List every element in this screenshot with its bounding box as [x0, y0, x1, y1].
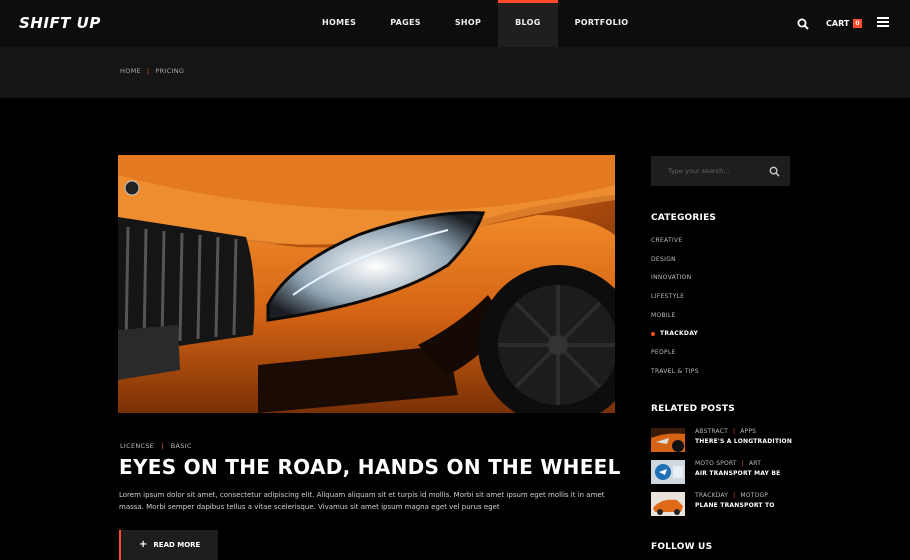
follow-us-heading: FOLLOW US: [651, 542, 713, 552]
nav-item-pages[interactable]: PAGES: [373, 0, 438, 47]
post-featured-image[interactable]: [118, 155, 615, 413]
related-post-thumbnail[interactable]: [651, 460, 685, 484]
breadcrumb-bar: HOME | PRICING: [0, 47, 910, 98]
hamburger-icon[interactable]: [877, 17, 889, 27]
related-post-title[interactable]: THERE'S A LONGTRADITION: [695, 438, 792, 445]
meta-separator: |: [741, 460, 744, 467]
post-tag-licence[interactable]: LICENCSE: [120, 442, 154, 450]
search-icon[interactable]: [769, 166, 780, 177]
category-design[interactable]: DESIGN: [651, 256, 699, 275]
post-tags: LICENCSE | BASIC: [120, 442, 192, 450]
related-post-category[interactable]: TRACKDAY: [695, 492, 728, 499]
related-post-thumbnail[interactable]: [651, 428, 685, 452]
nav-item-portfolio[interactable]: PORTFOLIO: [558, 0, 646, 47]
breadcrumb: HOME | PRICING: [120, 67, 184, 75]
meta-separator: |: [733, 492, 736, 499]
category-people[interactable]: PEOPLE: [651, 349, 699, 368]
top-navigation: SHIFT UP HOMES PAGES SHOP BLOG PORTFOLIO…: [0, 0, 910, 47]
category-label: DESIGN: [651, 255, 676, 263]
cart-label: CART: [826, 19, 850, 28]
category-list: CREATIVE DESIGN INNOVATION LIFESTYLE MOB…: [651, 237, 699, 387]
category-trackday[interactable]: TRACKDAY: [651, 330, 699, 349]
category-label: MOBILE: [651, 311, 676, 319]
category-innovation[interactable]: INNOVATION: [651, 274, 699, 293]
read-more-label: READ MORE: [153, 541, 201, 549]
category-travel-tips[interactable]: TRAVEL & TIPS: [651, 368, 699, 387]
tag-separator: |: [161, 442, 164, 450]
category-label: TRAVEL & TIPS: [651, 367, 699, 375]
categories-heading: CATEGORIES: [651, 213, 717, 223]
nav-item-shop[interactable]: SHOP: [438, 0, 498, 47]
active-dot-icon: [651, 331, 655, 336]
breadcrumb-home[interactable]: HOME: [120, 67, 141, 75]
related-post-category[interactable]: APPS: [740, 428, 756, 435]
related-post-category[interactable]: MOTOGP: [740, 492, 768, 499]
related-post-category[interactable]: ABSTRACT: [695, 428, 728, 435]
breadcrumb-current: PRICING: [155, 67, 185, 75]
related-post-item[interactable]: TRACKDAY | MOTOGP PLANE TRANSPORT TO: [651, 492, 801, 518]
category-label: TRACKDAY: [660, 330, 699, 338]
cart-button[interactable]: CART 0: [826, 19, 862, 28]
car-image: [118, 155, 615, 413]
related-post-thumbnail[interactable]: [651, 492, 685, 516]
related-post-meta: MOTO SPORT | ART: [695, 460, 761, 467]
search-input[interactable]: [651, 156, 761, 186]
related-post-meta: ABSTRACT | APPS: [695, 428, 756, 435]
nav-item-homes[interactable]: HOMES: [305, 0, 373, 47]
post-excerpt: Lorem ipsum dolor sit amet, consectetur …: [119, 491, 605, 511]
category-label: LIFESTYLE: [651, 293, 685, 301]
related-posts-heading: RELATED POSTS: [651, 404, 735, 414]
plus-icon: +: [139, 539, 148, 550]
category-label: CREATIVE: [651, 237, 683, 244]
related-post-meta: TRACKDAY | MOTOGP: [695, 492, 768, 499]
post-title[interactable]: EYES ON THE ROAD, HANDS ON THE WHEEL: [119, 455, 621, 479]
search-icon[interactable]: [797, 18, 809, 30]
category-creative[interactable]: CREATIVE: [651, 237, 699, 256]
meta-separator: |: [732, 428, 736, 435]
related-post-item[interactable]: ABSTRACT | APPS THERE'S A LONGTRADITION: [651, 428, 801, 454]
related-post-item[interactable]: MOTO SPORT | ART AIR TRANSPORT MAY BE: [651, 460, 801, 486]
main-menu: HOMES PAGES SHOP BLOG PORTFOLIO: [305, 0, 645, 47]
nav-item-blog[interactable]: BLOG: [498, 0, 559, 47]
related-post-title[interactable]: AIR TRANSPORT MAY BE: [695, 470, 780, 477]
related-post-category[interactable]: MOTO SPORT: [695, 460, 737, 467]
category-label: INNOVATION: [651, 274, 692, 282]
site-logo[interactable]: SHIFT UP: [19, 14, 101, 32]
category-label: PEOPLE: [651, 349, 676, 357]
category-lifestyle[interactable]: LIFESTYLE: [651, 293, 699, 312]
breadcrumb-separator: |: [146, 67, 150, 75]
read-more-button[interactable]: + READ MORE: [119, 530, 218, 560]
related-post-category[interactable]: ART: [749, 460, 761, 467]
sidebar-search: [651, 156, 790, 186]
category-mobile[interactable]: MOBILE: [651, 312, 699, 331]
related-post-title[interactable]: PLANE TRANSPORT TO: [695, 502, 775, 509]
post-tag-basic[interactable]: BASIC: [171, 442, 192, 450]
cart-count-badge: 0: [853, 19, 862, 28]
